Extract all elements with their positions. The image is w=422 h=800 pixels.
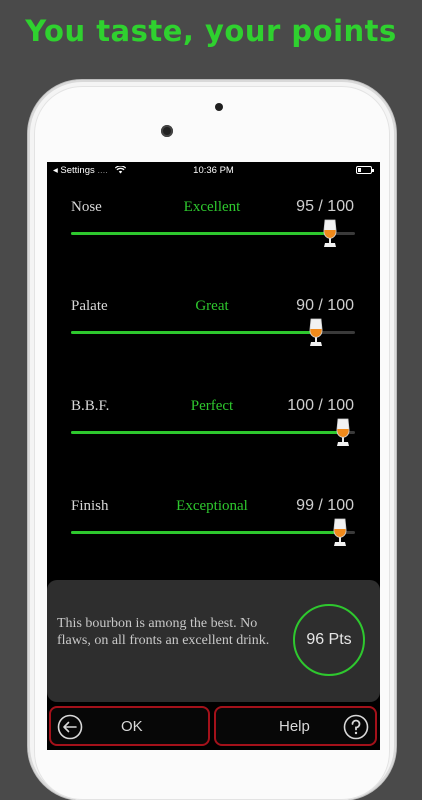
rating-score: 100 / 100 [287, 397, 354, 414]
summary-panel: This bourbon is among the best. No flaws… [47, 580, 380, 702]
rating-row: Nose Excellent 95 / 100 [47, 198, 380, 259]
rating-slider[interactable] [71, 318, 355, 346]
tasting-glass-icon[interactable] [333, 417, 353, 449]
tasting-glass-icon[interactable] [330, 517, 350, 549]
status-bar: ◂ Settings .... 10:36 PM [47, 162, 380, 180]
rating-label: Palate [71, 298, 108, 314]
rating-row: B.B.F. Perfect 100 / 100 [47, 397, 380, 458]
rating-row: Finish Exceptional 99 / 100 [47, 497, 380, 558]
rating-label: Finish [71, 498, 109, 514]
status-time: 10:36 PM [193, 165, 234, 176]
rating-score: 90 / 100 [296, 297, 354, 314]
slider-fill [71, 331, 316, 334]
slider-fill [71, 431, 343, 434]
slider-fill [71, 531, 340, 534]
tasting-glass-icon[interactable] [320, 218, 340, 250]
headline: You taste, your points [25, 14, 397, 48]
summary-text: This bourbon is among the best. No flaws… [57, 616, 270, 648]
rating-row: Palate Great 90 / 100 [47, 297, 380, 358]
slider-fill [71, 232, 330, 235]
arrow-left-circle-icon [57, 714, 83, 740]
rating-word: Great [195, 298, 229, 314]
rating-slider[interactable] [71, 518, 355, 546]
question-circle-icon [343, 714, 369, 740]
front-sensor-icon [161, 125, 173, 137]
rating-word: Perfect [190, 398, 234, 414]
rating-slider[interactable] [71, 219, 355, 247]
battery-icon [356, 166, 374, 174]
ok-button[interactable]: OK [49, 706, 210, 746]
rating-label: Nose [71, 199, 102, 215]
tasting-glass-icon[interactable] [306, 317, 326, 349]
ok-button-label: OK [121, 718, 143, 735]
total-points: 96 Pts [306, 631, 352, 648]
rating-score: 99 / 100 [296, 497, 354, 514]
rating-slider[interactable] [71, 418, 355, 446]
app-screen: ◂ Settings .... 10:36 PM Nose Excellent 95… [47, 162, 380, 750]
help-button-label: Help [279, 718, 310, 735]
rating-score: 95 / 100 [296, 198, 354, 215]
help-button[interactable]: Help [214, 706, 377, 746]
total-points-badge: 96 Pts [293, 604, 365, 676]
camera-icon [215, 103, 223, 111]
rating-word: Excellent [183, 199, 241, 215]
rating-word: Exceptional [176, 498, 248, 514]
rating-label: B.B.F. [71, 398, 110, 414]
